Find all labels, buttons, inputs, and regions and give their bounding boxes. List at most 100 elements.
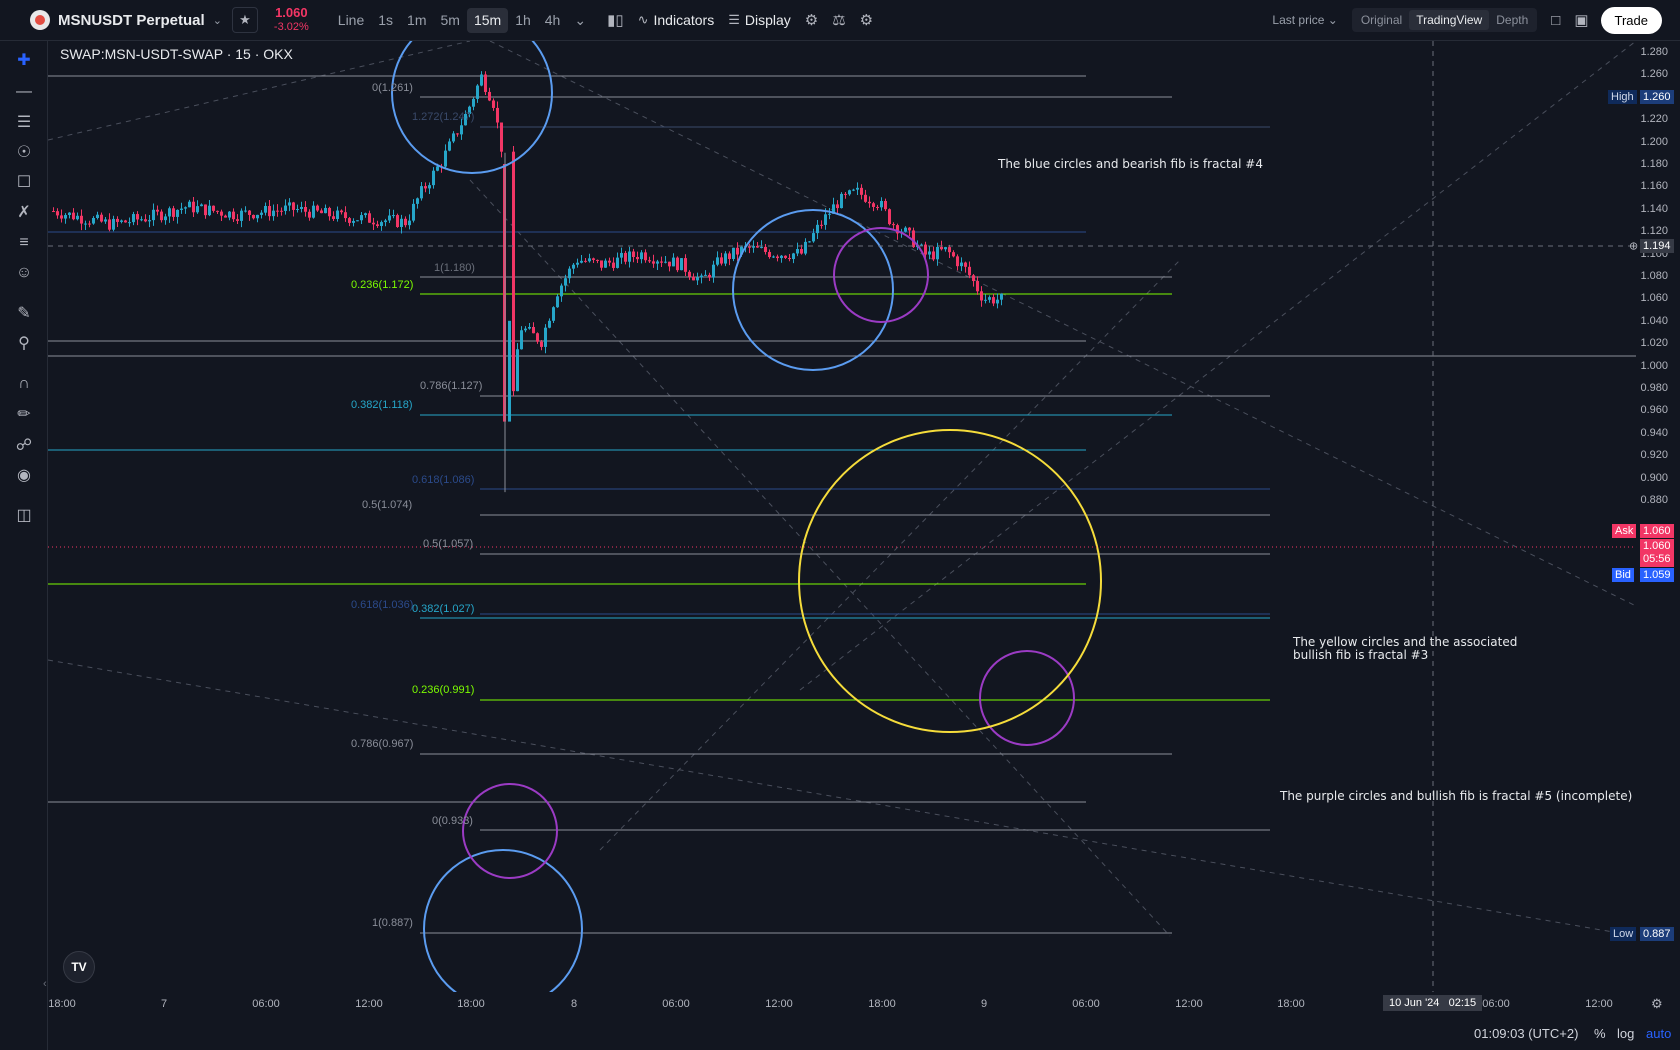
fractal-circle	[423, 849, 583, 992]
chevron-down-icon[interactable]: ⌄	[213, 14, 222, 27]
alert-bell-icon[interactable]: ⚙	[860, 11, 873, 29]
candle-body	[592, 258, 595, 260]
interval-more-chevron-icon[interactable]: ⌄	[567, 8, 593, 33]
display-button[interactable]: ☰ Display	[728, 12, 791, 28]
trend-line-icon[interactable]: —	[12, 80, 36, 104]
candle-body	[572, 264, 575, 269]
candle-body	[564, 278, 567, 286]
crosshair-add-icon[interactable]: ⊕	[1626, 239, 1641, 254]
note-fractal-4: The blue circles and bearish fib is frac…	[998, 157, 1263, 171]
candle-body	[704, 274, 707, 276]
candle-body	[328, 207, 331, 217]
compare-scale-icon[interactable]: ⚖	[832, 11, 845, 29]
ruler-icon[interactable]: ✎	[12, 301, 36, 325]
candle-body	[308, 211, 311, 218]
last-price-dropdown[interactable]: Last price ⌄	[1272, 13, 1337, 27]
tradingview-logo-icon[interactable]: TV	[63, 951, 95, 983]
candle-body	[556, 296, 559, 308]
candle-body	[244, 210, 247, 212]
candle-body	[172, 208, 175, 217]
candle-body	[824, 214, 827, 225]
percent-toggle[interactable]: %	[1594, 1026, 1606, 1041]
favorite-star-button[interactable]: ★	[231, 7, 258, 33]
interval-1m[interactable]: 1m	[400, 8, 433, 33]
interval-15m[interactable]: 15m	[466, 7, 509, 33]
time-tick: 9	[980, 998, 988, 1010]
candle-body	[856, 187, 859, 190]
candle-body	[516, 349, 519, 392]
chart-type-candles-icon[interactable]: ▮▯	[607, 11, 624, 29]
top-toolbar: MSNUSDT Perpetual ⌄ ★ 1.060 -3.02% Line …	[0, 0, 1680, 41]
candle-body	[716, 257, 719, 265]
interval-5m[interactable]: 5m	[434, 8, 467, 33]
trash-icon[interactable]: ◫	[12, 503, 36, 527]
time-tick: 06:00	[662, 998, 690, 1010]
pattern-icon[interactable]: ✗	[12, 200, 36, 224]
collapse-chevron-icon[interactable]: ‹	[43, 978, 47, 990]
note-fractal-5: The purple circles and bullish fib is fr…	[1280, 789, 1633, 803]
candle-body	[536, 333, 539, 342]
candle-body	[320, 210, 323, 214]
candle-body	[640, 252, 643, 260]
candle-body	[248, 210, 251, 215]
view-depth[interactable]: Depth	[1489, 10, 1535, 30]
callout-icon[interactable]: ☐	[12, 170, 36, 194]
candle-body	[980, 291, 983, 301]
candle-body	[332, 216, 335, 219]
candle-body	[828, 213, 831, 215]
fib-level-label: 1(0.887)	[372, 917, 413, 929]
view-original[interactable]: Original	[1354, 10, 1409, 30]
candle-body	[660, 261, 663, 263]
chart-symbol-label: SWAP:MSN-USDT-SWAP · 15 · OKX	[60, 46, 293, 62]
diagonal-dashed-line	[469, 179, 1171, 937]
candle-body	[396, 215, 399, 227]
fib-level-label: 0.786(1.127)	[420, 380, 483, 392]
fib-tool-icon[interactable]: ≡	[12, 231, 36, 255]
candle-body	[520, 330, 523, 350]
candle-body	[344, 212, 347, 219]
price-tick: 1.140	[1640, 202, 1668, 215]
zoom-icon[interactable]: ⚲	[12, 331, 36, 355]
horizontal-lines-icon[interactable]: ☰	[12, 110, 36, 134]
price-tick: 0.920	[1640, 449, 1668, 462]
price-chart[interactable]	[48, 41, 1636, 992]
top-right-controls: Last price ⌄ Original TradingView Depth …	[1272, 0, 1680, 40]
layout-window-icon[interactable]: □	[1551, 12, 1560, 29]
candle-body	[352, 220, 355, 223]
eye-icon[interactable]: ◉	[12, 463, 36, 487]
candle-body	[388, 215, 391, 221]
price-tick: 1.120	[1640, 225, 1668, 238]
fullscreen-icon[interactable]: ▣	[1574, 11, 1588, 29]
trade-button[interactable]: Trade	[1600, 6, 1662, 34]
magnet-icon[interactable]: ∩	[12, 372, 36, 396]
crosshair-icon[interactable]: ✚	[12, 48, 36, 72]
candle-body	[616, 257, 619, 268]
candle-body	[280, 210, 283, 212]
symbol-name[interactable]: MSNUSDT Perpetual	[58, 12, 205, 29]
price-axis[interactable]: 1.2801.2601.2401.2201.2001.1801.1601.140…	[1636, 41, 1680, 992]
interval-1s[interactable]: 1s	[371, 8, 400, 33]
candle-body	[868, 201, 871, 204]
candle-body	[428, 185, 431, 189]
price-tick: 1.160	[1640, 180, 1668, 193]
fib-level-label: 0.5(1.057)	[423, 538, 474, 550]
fib-level-label: 0.382(1.118)	[351, 399, 413, 411]
candle-body	[252, 214, 255, 219]
lock-icon[interactable]: ☍	[12, 433, 36, 457]
log-toggle[interactable]: log	[1617, 1026, 1634, 1041]
view-tradingview[interactable]: TradingView	[1409, 10, 1490, 30]
time-axis-settings-icon[interactable]: ⚙	[1651, 996, 1663, 1012]
emoji-icon[interactable]: ☺	[12, 261, 36, 285]
interval-1h[interactable]: 1h	[508, 8, 538, 33]
candle-body	[232, 211, 235, 220]
interval-4h[interactable]: 4h	[538, 8, 568, 33]
candle-body	[128, 222, 131, 224]
settings-gear-icon[interactable]: ⚙	[805, 11, 818, 29]
price-tick: 1.000	[1640, 359, 1668, 372]
candle-body	[276, 210, 279, 212]
indicators-button[interactable]: ∿ Indicators	[638, 12, 715, 28]
auto-toggle[interactable]: auto	[1646, 1026, 1671, 1041]
pencil-lock-icon[interactable]: ✏	[12, 402, 36, 426]
pitchfork-icon[interactable]: ☉	[12, 140, 36, 164]
interval-line[interactable]: Line	[331, 8, 371, 33]
